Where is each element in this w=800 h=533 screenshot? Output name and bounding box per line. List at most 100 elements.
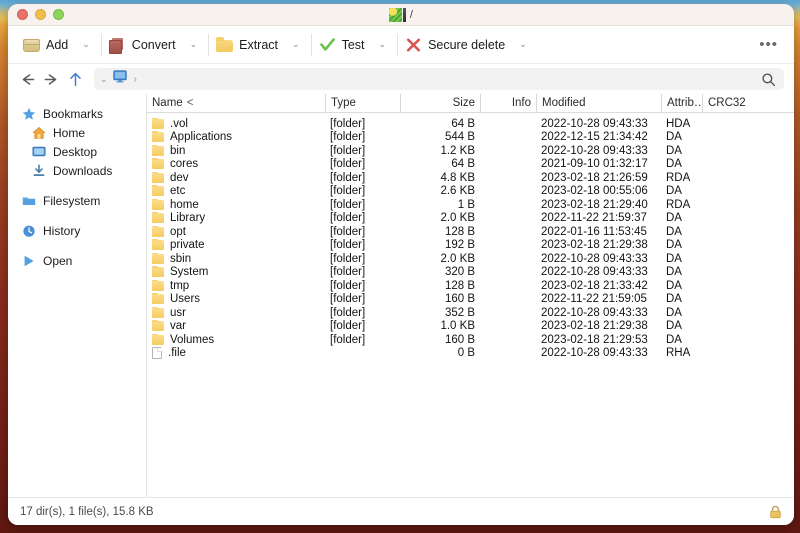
folder-icon <box>152 279 164 291</box>
table-row[interactable]: dev [folder] 4.8 KB 2023-02-18 21:26:59 RDA <box>147 171 794 185</box>
table-row[interactable]: etc [folder] 2.6 KB 2023-02-18 00:55:06 DA <box>147 185 794 199</box>
computer-icon[interactable] <box>112 70 127 88</box>
convert-dropdown-caret[interactable]: ⌄ <box>181 40 207 49</box>
up-button[interactable] <box>64 68 86 90</box>
home-icon <box>32 126 46 140</box>
close-button[interactable] <box>17 9 28 20</box>
cell-size: 160 B <box>444 293 475 306</box>
extract-dropdown-caret[interactable]: ⌄ <box>283 40 309 49</box>
test-dropdown-caret[interactable]: ⌄ <box>370 40 396 49</box>
downloads-icon <box>32 164 46 178</box>
table-row[interactable]: opt [folder] 128 B 2022-01-16 11:53:45 DA <box>147 225 794 239</box>
column-header-type[interactable]: Type <box>325 94 400 112</box>
green-check-icon <box>319 37 336 53</box>
cell-type: [folder] <box>330 293 366 306</box>
add-dropdown-caret[interactable]: ⌄ <box>73 40 99 49</box>
cell-modified: 2023-02-18 21:29:38 <box>541 320 648 333</box>
cell-size: 352 B <box>444 306 475 319</box>
column-header-size[interactable]: Size <box>400 94 480 112</box>
table-row[interactable]: sbin [folder] 2.0 KB 2022-10-28 09:43:33 DA <box>147 252 794 266</box>
add-button[interactable]: Add <box>18 34 73 55</box>
cell-type: [folder] <box>330 279 366 292</box>
secure-delete-button-label: Secure delete <box>428 37 506 52</box>
minimize-button[interactable] <box>35 9 46 20</box>
table-row[interactable]: .vol [folder] 64 B 2022-10-28 09:43:33 HDA <box>147 117 794 131</box>
sidebar-item-home[interactable]: Home <box>8 123 146 142</box>
folder-icon <box>152 252 164 264</box>
sidebar-item-desktop[interactable]: Desktop <box>8 142 146 161</box>
sidebar-item-label: Bookmarks <box>43 106 104 121</box>
table-row[interactable]: System [folder] 320 B 2022-10-28 09:43:33 DA <box>147 266 794 280</box>
table-row[interactable]: tmp [folder] 128 B 2023-02-18 21:33:42 DA <box>147 279 794 293</box>
table-row[interactable]: private [folder] 192 B 2023-02-18 21:29:38 D… <box>147 239 794 253</box>
cell-type: [folder] <box>330 212 366 225</box>
column-header-modified[interactable]: Modified <box>536 94 661 112</box>
sidebar-item-history[interactable]: History <box>8 221 146 240</box>
sidebar-item-downloads[interactable]: Downloads <box>8 161 146 180</box>
toolbar-group-extract: Extract ⌄ <box>211 31 308 59</box>
table-row[interactable]: cores [folder] 64 B 2021-09-10 01:32:17 DA <box>147 158 794 172</box>
cell-size: 0 B <box>457 347 475 360</box>
table-row[interactable]: .file 0 B 2022-10-28 09:43:33 RHA <box>147 347 794 361</box>
cell-name: .vol <box>147 117 325 130</box>
column-header-crc32[interactable]: CRC32 <box>702 94 794 112</box>
table-row[interactable]: Applications [folder] 544 B 2022-12-15 21:3… <box>147 131 794 145</box>
cell-size: 192 B <box>444 239 475 252</box>
lock-icon[interactable] <box>769 505 782 519</box>
play-triangle-icon <box>22 254 36 268</box>
search-icon[interactable] <box>761 72 778 87</box>
cell-modified: 2023-02-18 21:29:53 <box>541 333 648 346</box>
file-name-label: usr <box>170 306 186 319</box>
table-row[interactable]: home [folder] 1 B 2023-02-18 21:29:40 RDA <box>147 198 794 212</box>
cell-modified: 2023-02-18 00:55:06 <box>541 185 648 198</box>
toolbar-group-secure-delete: Secure delete ⌄ <box>400 31 536 59</box>
cell-type: [folder] <box>330 171 366 184</box>
sidebar-item-open[interactable]: Open <box>8 251 146 270</box>
toolbar-divider-3 <box>310 33 312 56</box>
cell-modified: 2022-10-28 09:43:33 <box>541 306 648 319</box>
table-row[interactable]: Volumes [folder] 160 B 2023-02-18 21:29:53 D… <box>147 333 794 347</box>
forward-button[interactable] <box>40 68 62 90</box>
file-name-label: Applications <box>170 131 233 144</box>
cell-attributes: DA <box>666 293 682 306</box>
cell-modified: 2022-10-28 09:43:33 <box>541 117 648 130</box>
toolbar-overflow-button[interactable]: ••• <box>753 36 784 53</box>
cell-size: 2.6 KB <box>440 185 475 198</box>
folder-icon <box>152 293 164 305</box>
file-list-rows: .vol [folder] 64 B 2022-10-28 09:43:33 HDA Ap… <box>147 113 794 497</box>
convert-button[interactable]: Convert <box>104 34 181 56</box>
column-header-name[interactable]: Name < <box>147 94 325 112</box>
file-name-label: var <box>170 320 186 333</box>
toolbar-group-test: Test ⌄ <box>314 31 395 59</box>
cell-name: dev <box>147 171 325 184</box>
path-bar: ⌄ › <box>8 64 794 94</box>
path-field[interactable]: ⌄ › <box>94 68 784 90</box>
cell-name: etc <box>147 185 325 197</box>
file-name-label: Users <box>170 293 201 306</box>
cell-size: 2.0 KB <box>440 252 475 265</box>
folder-icon <box>152 320 164 332</box>
cell-attributes: DA <box>666 131 682 144</box>
table-row[interactable]: Users [folder] 160 B 2022-11-22 21:59:05 DA <box>147 293 794 307</box>
table-row[interactable]: Library [folder] 2.0 KB 2022-11-22 21:59:37… <box>147 212 794 226</box>
secure-delete-dropdown-caret[interactable]: ⌄ <box>510 40 536 49</box>
column-header-attributes[interactable]: Attrib… <box>661 94 702 112</box>
sidebar-item-bookmarks[interactable]: Bookmarks <box>8 104 146 123</box>
zoom-button[interactable] <box>53 9 64 20</box>
back-button[interactable] <box>16 68 38 90</box>
cell-attributes: DA <box>666 239 682 252</box>
file-name-label: home <box>170 198 199 211</box>
cell-attributes: DA <box>666 279 682 292</box>
path-dropdown-caret[interactable]: ⌄ <box>100 74 108 85</box>
table-row[interactable]: bin [folder] 1.2 KB 2022-10-28 09:43:33 DA <box>147 144 794 158</box>
cell-type: [folder] <box>330 131 366 144</box>
sidebar-item-label: Home <box>53 125 86 140</box>
test-button[interactable]: Test <box>314 34 370 56</box>
extract-button[interactable]: Extract <box>211 34 283 55</box>
table-row[interactable]: usr [folder] 352 B 2022-10-28 09:43:33 DA <box>147 306 794 320</box>
secure-delete-button[interactable]: Secure delete <box>400 34 510 56</box>
column-header-info[interactable]: Info <box>480 94 536 112</box>
file-name-label: System <box>170 266 209 279</box>
sidebar-item-filesystem[interactable]: Filesystem <box>8 191 146 210</box>
table-row[interactable]: var [folder] 1.0 KB 2023-02-18 21:29:38 DA <box>147 320 794 334</box>
